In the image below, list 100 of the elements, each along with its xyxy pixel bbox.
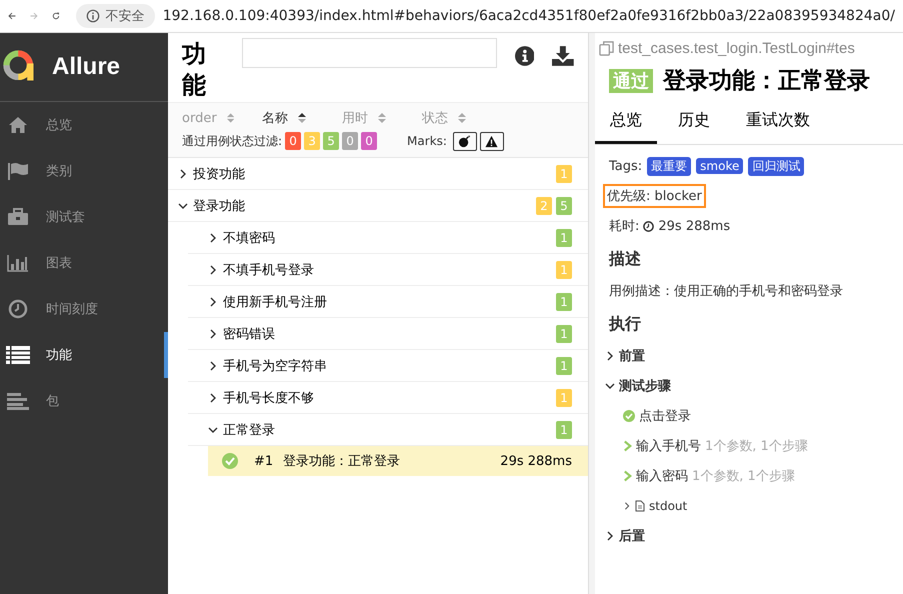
tab[interactable]: 历史 [663,102,725,144]
chevron-down-icon [178,200,188,210]
test-title: 登录功能：正常登录 [663,67,870,96]
security-label: 不安全 [106,8,145,25]
nav-item[interactable]: 总览 [0,102,168,148]
passed-icon [222,453,238,469]
group-name: 手机号长度不够 [223,390,315,406]
group-name: 登录功能 [193,198,246,214]
chevron-right-icon [208,392,218,402]
case-duration: 29s 288ms [500,454,572,468]
step-row[interactable]: stdout [609,491,889,521]
duration-label: 耗时: [609,218,640,235]
group-name: 密码错误 [223,326,276,342]
clock-icon [643,220,654,232]
filter-label: 通过用例状态过滤: [182,132,282,150]
marks-label: Marks: [407,134,447,148]
status-label: 通过 [609,68,653,92]
nav-item[interactable]: 时间刻度 [0,286,168,332]
nav-label: 测试套 [46,209,85,226]
warning-icon [485,134,498,148]
mark-toggle[interactable] [480,132,504,150]
search-field[interactable] [242,38,497,68]
status-count: 5 [556,196,572,214]
status-count: 1 [556,228,572,246]
step-row[interactable]: 输入密码 1个参数, 1个步骤 [609,461,889,491]
nav-label: 功能 [46,347,72,364]
nav-item[interactable]: 图表 [0,240,168,286]
chevron-right-icon [623,440,632,452]
mark-toggle[interactable] [452,132,477,150]
info-icon [86,9,100,23]
nav-label: 图表 [46,255,72,272]
tree-group[interactable]: 投资功能 1 [168,158,588,190]
list-icon [6,346,30,364]
nav-label: 包 [46,393,59,410]
sort-column[interactable]: 名称 [262,109,314,127]
tag: 最重要 [647,156,692,176]
sort-icon [298,112,306,124]
tree-group[interactable]: 使用新手机号注册 1 [188,286,588,318]
test-case-row[interactable]: #1 登录功能：正常登录 29s 288ms [208,446,588,476]
status-count: 1 [556,356,572,374]
section-heading: 执行 [609,314,642,335]
home-icon [8,116,28,134]
status-count: 1 [556,388,572,406]
passed-icon [623,410,635,422]
group-name: 正常登录 [223,422,276,438]
step-meta: 1个参数, 1个步骤 [692,468,795,485]
execution-section[interactable]: 测试步骤 [605,371,889,401]
severity-label: 优先级: blocker [603,184,706,208]
chevron-right-icon [208,232,218,242]
tree-group[interactable]: 不填密码 1 [188,222,588,254]
chevron-right-icon [623,470,632,482]
test-full-name: test_cases.test_login.TestLogin#tes [618,40,855,57]
tree-group[interactable]: 手机号长度不够 1 [188,382,588,414]
bar-chart-icon [7,254,29,272]
flag-icon [7,162,29,180]
nav-item[interactable]: 类别 [0,148,168,194]
tree-group[interactable]: 密码错误 1 [188,318,588,350]
status-count: 1 [556,164,572,182]
chevron-right-icon [178,168,188,178]
step-row[interactable]: 输入手机号 1个参数, 1个步骤 [609,431,889,461]
sort-icon [458,112,466,124]
tree-group[interactable]: 手机号为空字符串 1 [188,350,588,382]
execution-section[interactable]: 后置 [605,521,889,551]
tab[interactable]: 重试次数 [731,102,825,144]
chevron-right-icon [208,360,218,370]
description-text: 用例描述：使用正确的手机号和密码登录 [609,283,843,300]
status-count: 1 [556,420,572,438]
tags-label: Tags: [609,158,642,174]
logo-text: Allure [52,53,120,81]
status-count: 1 [556,324,572,342]
page-title: 功能 [182,39,207,102]
tree-group[interactable]: 不填手机号登录 1 [188,254,588,286]
execution-section[interactable]: 前置 [605,341,889,371]
chevron-right-icon [208,264,218,274]
duration-value: 29s 288ms [658,218,730,234]
chevron-right-icon [605,351,615,361]
info-icon[interactable] [514,46,534,66]
nav-label: 总览 [46,117,72,134]
nav-item[interactable]: 包 [0,378,168,424]
nav-item[interactable]: 功能 [0,332,168,378]
chevron-down-icon [605,381,615,391]
nav-item[interactable]: 测试套 [0,194,168,240]
tree-group[interactable]: 登录功能 2 5 [168,190,588,222]
url-text[interactable]: 192.168.0.109:40393/index.html#behaviors/6aca2cd4351f80ef2a0fe9316f2bb0a3/22a08395934824a0/ [162,8,895,24]
sort-icon [378,112,386,124]
briefcase-icon [7,208,29,226]
status-count: 2 [536,196,552,214]
nav-label: 时间刻度 [46,301,98,318]
align-left-icon [7,392,29,410]
clock-icon [8,299,28,319]
tag: smoke [696,158,744,174]
bomb-icon [458,134,472,148]
step-row[interactable]: 点击登录 [609,401,889,431]
group-name: 不填手机号登录 [223,262,315,278]
security-indicator[interactable]: 不安全 [76,4,155,28]
tab[interactable]: 总览 [595,102,657,144]
group-name: 投资功能 [193,166,246,182]
download-icon[interactable] [552,46,574,66]
copy-icon[interactable] [599,41,614,56]
chevron-right-icon [208,328,218,338]
